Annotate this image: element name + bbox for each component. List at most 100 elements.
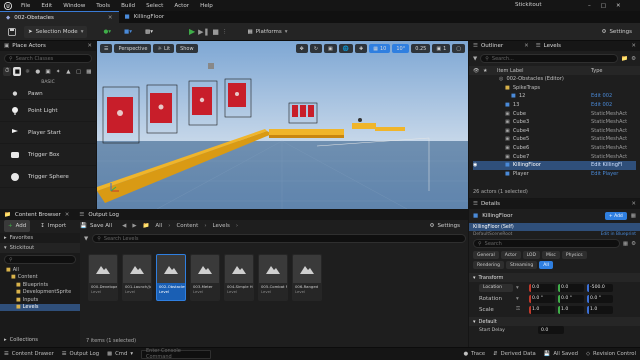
property-matrix-icon[interactable]: ▦ — [623, 241, 628, 247]
outliner-search[interactable]: ⚲ Search... — [480, 54, 619, 63]
cmd-selector[interactable]: ▩ Cmd ▾ — [107, 351, 133, 357]
visibility-column-icon[interactable]: 👁 — [473, 68, 483, 74]
cb-folder-item[interactable]: ■ Content — [0, 274, 80, 282]
recent-icon[interactable]: ⏱ — [3, 67, 12, 76]
close-icon[interactable]: ✕ — [616, 3, 621, 9]
breadcrumb-all[interactable]: All — [155, 223, 162, 229]
filter-all[interactable]: All — [539, 261, 553, 269]
close-icon[interactable]: ✕ — [631, 43, 636, 49]
stop-icon[interactable]: ■ — [212, 28, 219, 36]
level-asset-tile[interactable]: 004-Simple Ho Level — [224, 254, 254, 301]
derived-data-button[interactable]: ⇵ Derived Data — [493, 351, 536, 357]
filter-icon[interactable]: ▼ — [84, 236, 88, 242]
rotation-y[interactable]: 0.0 ° — [558, 294, 584, 303]
filter-streaming[interactable]: Streaming — [505, 261, 538, 269]
start-delay-value[interactable]: 0.0 — [538, 326, 564, 334]
col-item-label[interactable]: Item Label — [493, 68, 591, 74]
blueprint-options-icon[interactable]: ▦ — [631, 213, 636, 219]
step-icon[interactable]: ▶❚ — [198, 28, 209, 36]
console-input[interactable]: Enter Console Command — [141, 348, 211, 360]
location-z[interactable]: -500.0 — [587, 283, 613, 292]
play-options-icon[interactable]: ⋮ — [222, 29, 228, 35]
location-label[interactable]: Location — [479, 283, 513, 292]
cb-settings-button[interactable]: ⚙ Settings — [426, 220, 465, 232]
outliner-row-type[interactable]: Edit 002 — [591, 102, 636, 108]
outliner-row[interactable]: ▣ Cube3 StaticMeshAct — [473, 118, 636, 127]
project-root-header[interactable]: ▾ Stickitout — [0, 243, 80, 253]
quick-add-button[interactable]: ●▾ — [99, 26, 115, 38]
outliner-row[interactable]: ◎ 002-Obstacles (Editor) — [473, 75, 636, 84]
volumes-icon[interactable]: ▢ — [75, 67, 83, 76]
world-local-toggle[interactable]: 🌐 — [338, 44, 354, 53]
scale-y[interactable]: 1.0 — [558, 305, 584, 314]
cb-folder-item[interactable]: ■ Inputs — [0, 296, 80, 304]
cinematics-button[interactable]: ▩▾ — [141, 26, 157, 38]
outliner-row[interactable]: ▣ Cube5 StaticMeshAct — [473, 135, 636, 144]
level-asset-tile[interactable]: 005-Combat Pl Level — [258, 254, 288, 301]
place-actor-trigger-box[interactable]: Trigger Box — [0, 144, 96, 166]
trace-button[interactable]: ● Trace — [464, 351, 486, 357]
filter-actor[interactable]: Actor — [500, 251, 521, 259]
outliner-row-type[interactable]: Edit KillingFl — [591, 162, 636, 168]
translate-tool[interactable]: ✥ — [295, 44, 308, 53]
component-self-row[interactable]: KillingFloor (Self) — [469, 223, 640, 231]
scale-tool[interactable]: ▣ — [324, 44, 337, 53]
gear-icon[interactable]: ⚙ — [631, 56, 636, 62]
add-filter-icon[interactable]: ▼ — [473, 56, 477, 62]
revision-control-button[interactable]: ◇ Revision Control — [586, 351, 636, 357]
outliner-row[interactable]: ■ SpikeTraps — [473, 84, 636, 93]
menu-tools[interactable]: Tools — [96, 3, 110, 9]
place-actor-player-start[interactable]: Player Start — [0, 122, 96, 144]
cb-folder-item[interactable]: ■ DevelopmentSprite — [0, 289, 80, 297]
breadcrumb-levels[interactable]: Levels — [213, 223, 230, 229]
visual-effects-icon[interactable]: ✦ — [54, 67, 62, 76]
outliner-row[interactable]: ▣ Cube6 StaticMeshAct — [473, 144, 636, 153]
lit-button[interactable]: ☼ Lit — [153, 44, 175, 53]
unreal-logo-icon[interactable] — [3, 1, 13, 11]
cinematic-icon[interactable]: ▣ — [44, 67, 52, 76]
play-icon[interactable]: ▶ — [189, 27, 195, 36]
place-actor-pawn[interactable]: ● Pawn — [0, 88, 96, 100]
gear-icon[interactable]: ⚙ — [631, 241, 636, 247]
filter-general[interactable]: General — [473, 251, 499, 259]
blueprints-button[interactable]: ■▾ — [120, 26, 136, 38]
surface-snap-toggle[interactable]: ✚ — [355, 44, 368, 53]
menu-select[interactable]: Select — [146, 3, 163, 9]
outliner-row[interactable]: ▣ Cube4 StaticMeshAct — [473, 127, 636, 136]
close-icon[interactable]: ✕ — [87, 43, 92, 49]
favorites-header[interactable]: ▸ Favorites — [0, 233, 80, 243]
menu-help[interactable]: Help — [200, 3, 213, 9]
menu-build[interactable]: Build — [121, 3, 135, 9]
cb-folder-search[interactable]: ⚲ — [4, 255, 76, 264]
cb-asset-search[interactable]: ⚲ Search Levels — [92, 234, 466, 243]
maximize-icon[interactable]: □ — [601, 3, 606, 9]
filter-physics[interactable]: Physics — [561, 251, 587, 259]
outliner-row-type[interactable]: Edit 002 — [591, 93, 636, 99]
collections-header[interactable]: ▸ Collections — [0, 335, 80, 345]
level-asset-tile[interactable]: 002-Obstacles Level — [156, 254, 186, 301]
visibility-icon[interactable]: ◉ — [473, 162, 483, 168]
outliner-row[interactable]: ▣ Cube StaticMeshAct — [473, 109, 636, 118]
details-search[interactable]: ⚲ Search — [473, 239, 620, 248]
scale-x[interactable]: 1.0 — [529, 305, 555, 314]
rotate-tool[interactable]: ↻ — [309, 44, 323, 53]
rotation-snap-button[interactable]: 10° — [392, 44, 410, 53]
all-classes-icon[interactable]: ▦ — [85, 67, 93, 76]
breadcrumb-content[interactable]: Content — [176, 223, 198, 229]
outliner-row[interactable]: ■ Player Edit Player — [473, 170, 636, 179]
cb-folder-item[interactable]: ■ Levels — [0, 303, 80, 311]
tab-output-log[interactable]: Output Log — [88, 212, 119, 218]
scale-snap-button[interactable]: 0.25 — [411, 44, 431, 53]
lock-icon[interactable]: ⚿ — [516, 306, 526, 313]
level-asset-tile[interactable]: 001-Launch/Ju Level — [122, 254, 152, 301]
place-actors-search[interactable]: ⚲ Search Classes — [4, 54, 92, 63]
default-section[interactable]: ▾ Default — [469, 317, 640, 326]
create-folder-icon[interactable]: 📁 — [621, 56, 628, 62]
outliner-row[interactable]: ■ 12 Edit 002 — [473, 92, 636, 101]
history-back-icon[interactable]: ◀ — [122, 223, 126, 229]
perspective-button[interactable]: Perspective — [114, 44, 152, 53]
rotation-x[interactable]: 0.0 ° — [529, 294, 555, 303]
tab-levels[interactable]: Levels — [544, 43, 561, 49]
cb-folder-item[interactable]: ■ All — [0, 266, 80, 274]
scale-z[interactable]: 1.0 — [587, 305, 613, 314]
